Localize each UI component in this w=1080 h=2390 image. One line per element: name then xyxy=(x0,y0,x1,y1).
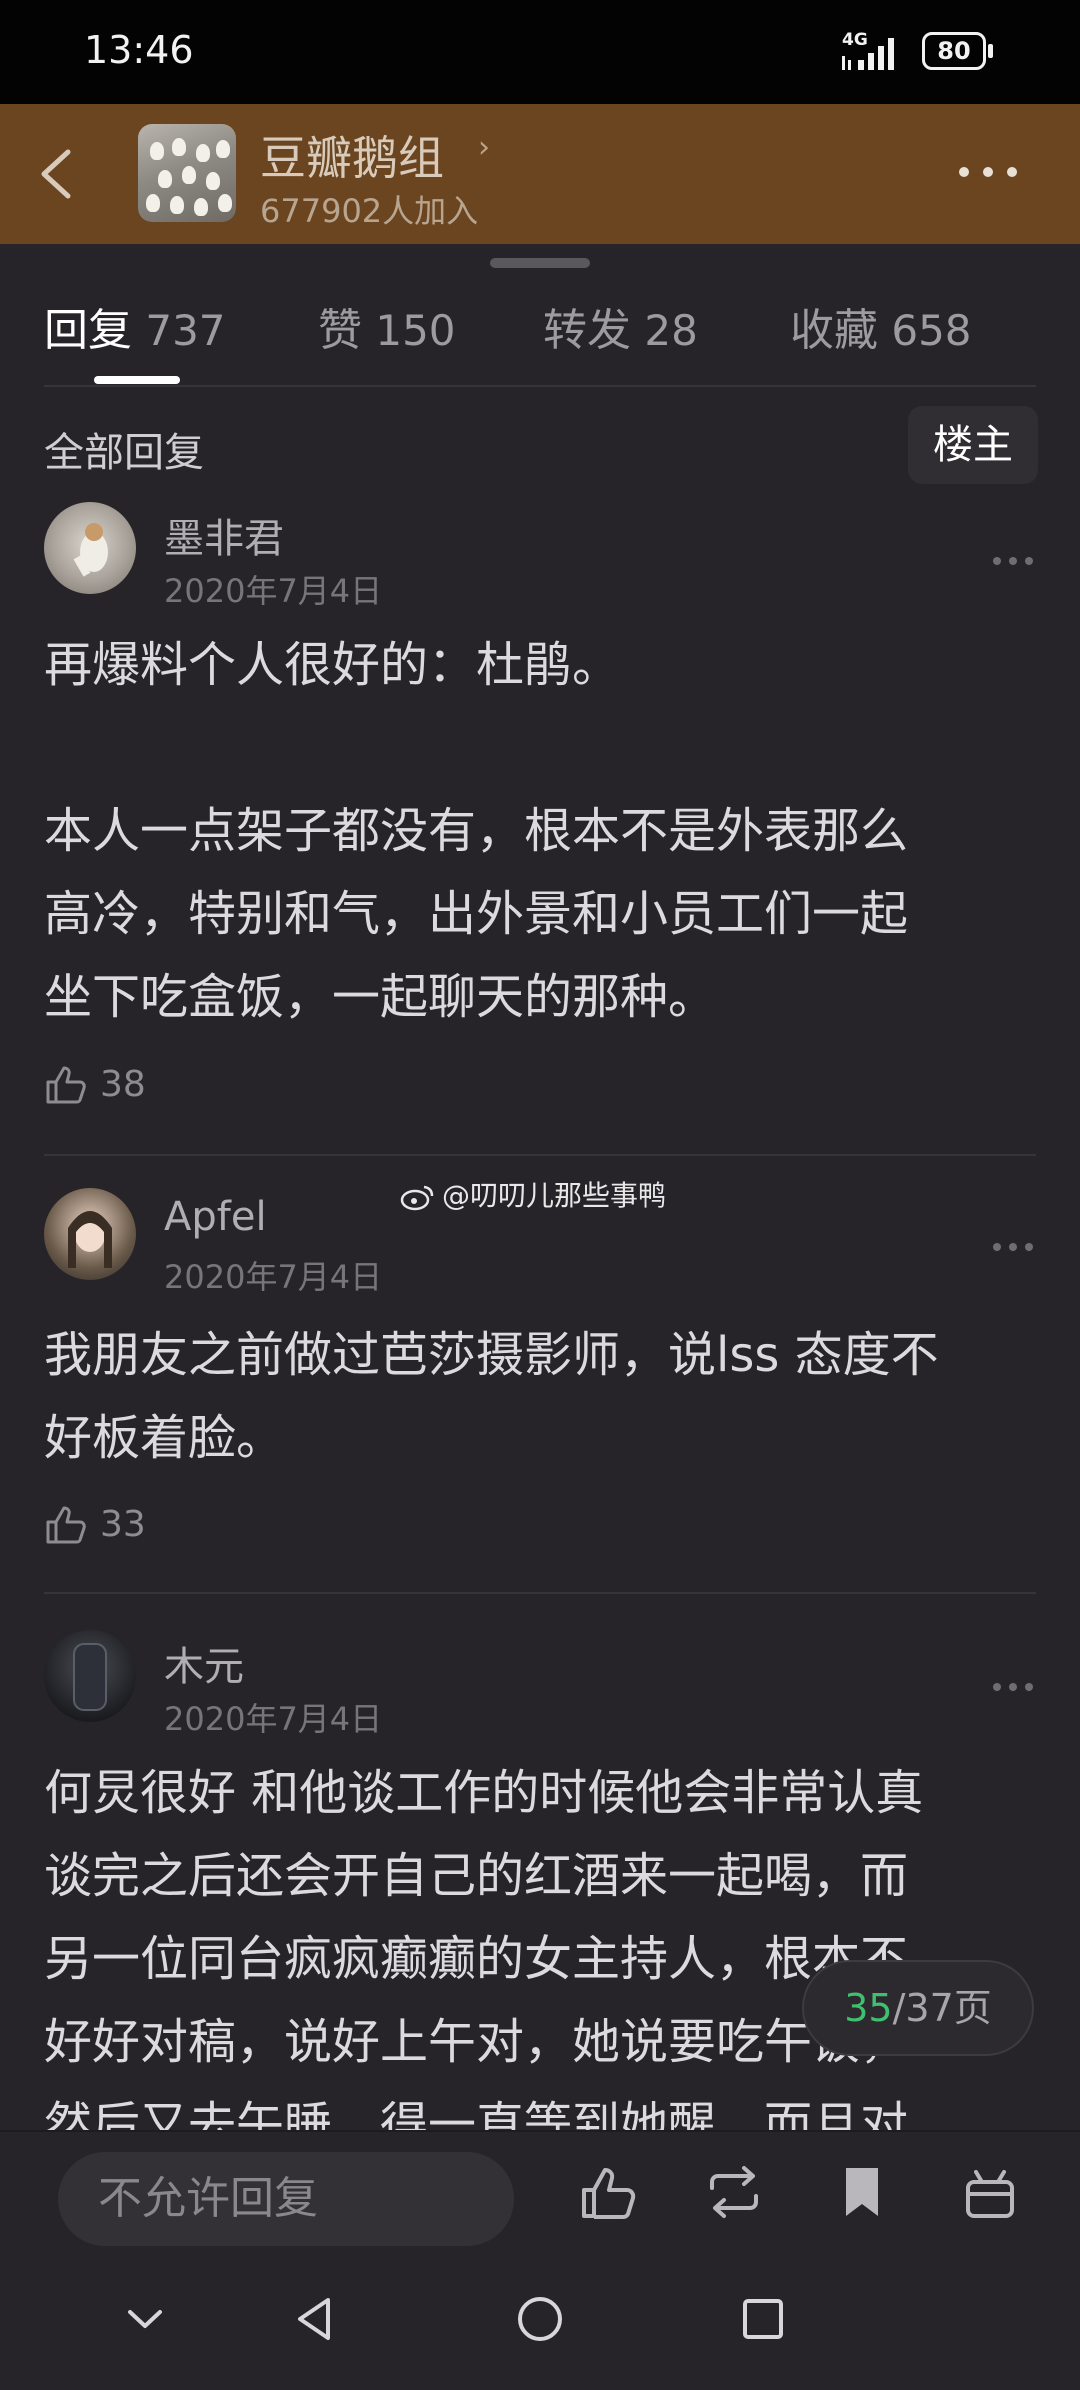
gift-icon[interactable] xyxy=(960,2162,1020,2222)
comment-username[interactable]: 木元 xyxy=(164,1634,244,1692)
reply-input[interactable]: 不允许回复 xyxy=(58,2152,514,2246)
thumbs-up-icon[interactable] xyxy=(44,1502,88,1546)
bottom-action-bar: 不允许回复 xyxy=(0,2130,1080,2250)
tab-reposts[interactable]: 转发 28 xyxy=(543,294,698,358)
op-only-button[interactable]: 楼主 xyxy=(908,406,1038,484)
comment-date: 2020年7月4日 xyxy=(164,572,383,610)
tab-count: 150 xyxy=(375,306,456,355)
status-bar: 13:46 4G 80 xyxy=(0,0,1080,104)
more-options-icon[interactable] xyxy=(956,164,1020,180)
weibo-icon xyxy=(400,1185,434,1211)
like-count: 38 xyxy=(100,1064,146,1105)
comments-sheet: 回复 737 赞 150 转发 28 收藏 658 全部回复 楼主 墨非君 20… xyxy=(0,244,1080,2130)
tab-count: 28 xyxy=(644,306,698,355)
comment-more-icon[interactable] xyxy=(992,1242,1034,1252)
repost-icon[interactable] xyxy=(704,2162,764,2222)
chevron-right-icon[interactable]: › xyxy=(478,130,490,165)
tab-label: 收藏 xyxy=(790,305,878,356)
comment-body: 我朋友之前做过芭莎摄影师，说lss 态度不 好板着脸。 xyxy=(44,1327,939,1466)
nav-recents-icon[interactable] xyxy=(736,2292,790,2346)
thumbs-up-icon[interactable] xyxy=(44,1062,88,1106)
dark-avatar-icon xyxy=(73,1643,107,1711)
hide-keyboard-icon[interactable] xyxy=(118,2292,172,2346)
all-replies-label[interactable]: 全部回复 xyxy=(44,420,204,478)
tab-replies[interactable]: 回复 737 xyxy=(44,294,226,358)
signal-icon xyxy=(842,38,894,70)
nav-back-icon[interactable] xyxy=(288,2292,342,2346)
group-name[interactable]: 豆瓣鹅组 xyxy=(260,122,444,188)
comment-body: 何炅很好 和他谈工作的时候他会非常认真 谈完之后还会开自己的红酒来一起喝，而 另… xyxy=(44,1765,924,2130)
tab-favorites[interactable]: 收藏 658 xyxy=(790,294,972,358)
comment-date: 2020年7月4日 xyxy=(164,1258,383,1296)
group-member-count: 677902人加入 xyxy=(260,192,479,230)
tab-label: 赞 xyxy=(318,305,362,356)
tab-label: 转发 xyxy=(543,305,631,356)
comment-divider xyxy=(44,1592,1036,1594)
battery-tip xyxy=(988,44,993,58)
weibo-watermark: @叨叨儿那些事鸭 xyxy=(400,1174,666,1214)
page-total: /37页 xyxy=(892,1986,992,2030)
active-tab-indicator xyxy=(94,376,180,384)
cat-avatar-icon xyxy=(73,523,108,577)
avatar[interactable] xyxy=(44,502,136,594)
page-current: 35 xyxy=(844,1986,893,2030)
portrait-avatar-icon xyxy=(68,1211,112,1268)
comment-date: 2020年7月4日 xyxy=(164,1700,383,1738)
group-avatar[interactable] xyxy=(138,124,236,222)
tab-label: 回复 xyxy=(44,305,132,356)
bookmark-icon[interactable] xyxy=(832,2162,892,2222)
tabs-divider xyxy=(44,385,1036,387)
watermark-text: @叨叨儿那些事鸭 xyxy=(442,1179,667,1212)
comment-username[interactable]: 墨非君 xyxy=(164,506,284,564)
tab-count: 737 xyxy=(145,306,226,355)
comment-more-icon[interactable] xyxy=(992,556,1034,566)
comment-username[interactable]: Apfel xyxy=(164,1194,267,1240)
drag-handle[interactable] xyxy=(490,258,590,268)
battery-icon: 80 xyxy=(922,32,986,70)
tab-likes[interactable]: 赞 150 xyxy=(318,294,456,358)
like-count: 33 xyxy=(100,1504,146,1545)
group-header: 豆瓣鹅组 › 677902人加入 xyxy=(0,104,1080,244)
comment-body: 再爆料个人很好的：杜鹃。 本人一点架子都没有，根本不是外表那么 高冷，特别和气，… xyxy=(44,637,909,1025)
page-indicator[interactable]: 35/37页 xyxy=(802,1960,1034,2056)
back-arrow-icon[interactable] xyxy=(28,138,88,210)
system-nav-bar xyxy=(0,2250,1080,2390)
status-time: 13:46 xyxy=(84,28,194,72)
battery-level: 80 xyxy=(937,37,971,65)
avatar[interactable] xyxy=(44,1630,136,1722)
avatar[interactable] xyxy=(44,1188,136,1280)
nav-home-icon[interactable] xyxy=(513,2292,567,2346)
like-icon[interactable] xyxy=(578,2162,638,2222)
tab-count: 658 xyxy=(891,306,972,355)
comment-more-icon[interactable] xyxy=(992,1682,1034,1692)
comment-divider xyxy=(44,1154,1036,1156)
